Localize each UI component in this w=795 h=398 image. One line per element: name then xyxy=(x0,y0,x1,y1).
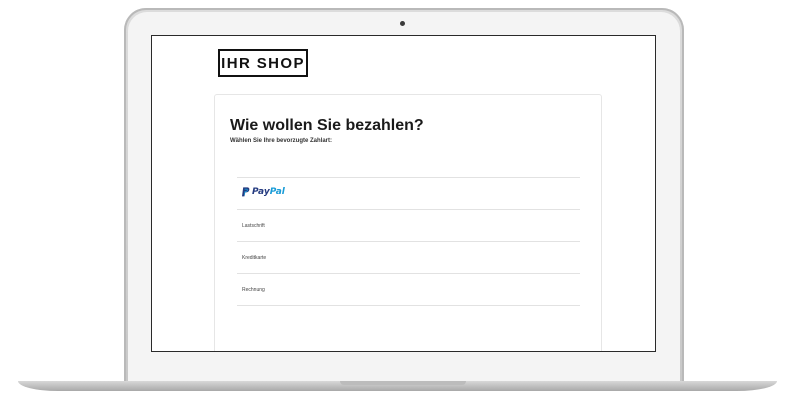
camera-icon xyxy=(400,21,405,26)
paypal-icon xyxy=(242,187,250,197)
laptop-mockup: IHR SHOP Wie wollen Sie bezahlen? Wählen… xyxy=(0,0,795,398)
paypal-wordmark-pay: Pay xyxy=(252,187,270,197)
payment-option-label: Rechnung xyxy=(242,287,265,293)
payment-options-list: PayPal Lastschrift Kreditkarte Rechnung xyxy=(237,177,580,306)
paypal-wordmark: PayPal xyxy=(252,187,285,197)
payment-option-lastschrift[interactable]: Lastschrift xyxy=(237,209,580,241)
page-title: Wie wollen Sie bezahlen? xyxy=(230,117,424,134)
shop-logo[interactable]: IHR SHOP xyxy=(218,49,308,77)
paypal-wordmark-pal: Pal xyxy=(269,187,285,197)
laptop-base-notch xyxy=(340,381,466,385)
payment-option-label: Lastschrift xyxy=(242,223,265,229)
payment-option-label: Kreditkarte xyxy=(242,255,267,261)
payment-option-paypal[interactable]: PayPal xyxy=(237,177,580,209)
paypal-logo: PayPal xyxy=(242,187,285,197)
payment-option-kreditkarte[interactable]: Kreditkarte xyxy=(237,241,580,273)
page-subtitle: Wählen Sie Ihre bevorzugte Zahlart: xyxy=(230,138,333,144)
laptop-screen: IHR SHOP Wie wollen Sie bezahlen? Wählen… xyxy=(151,35,656,352)
payment-card: Wie wollen Sie bezahlen? Wählen Sie Ihre… xyxy=(214,94,602,351)
payment-option-rechnung[interactable]: Rechnung xyxy=(237,273,580,306)
